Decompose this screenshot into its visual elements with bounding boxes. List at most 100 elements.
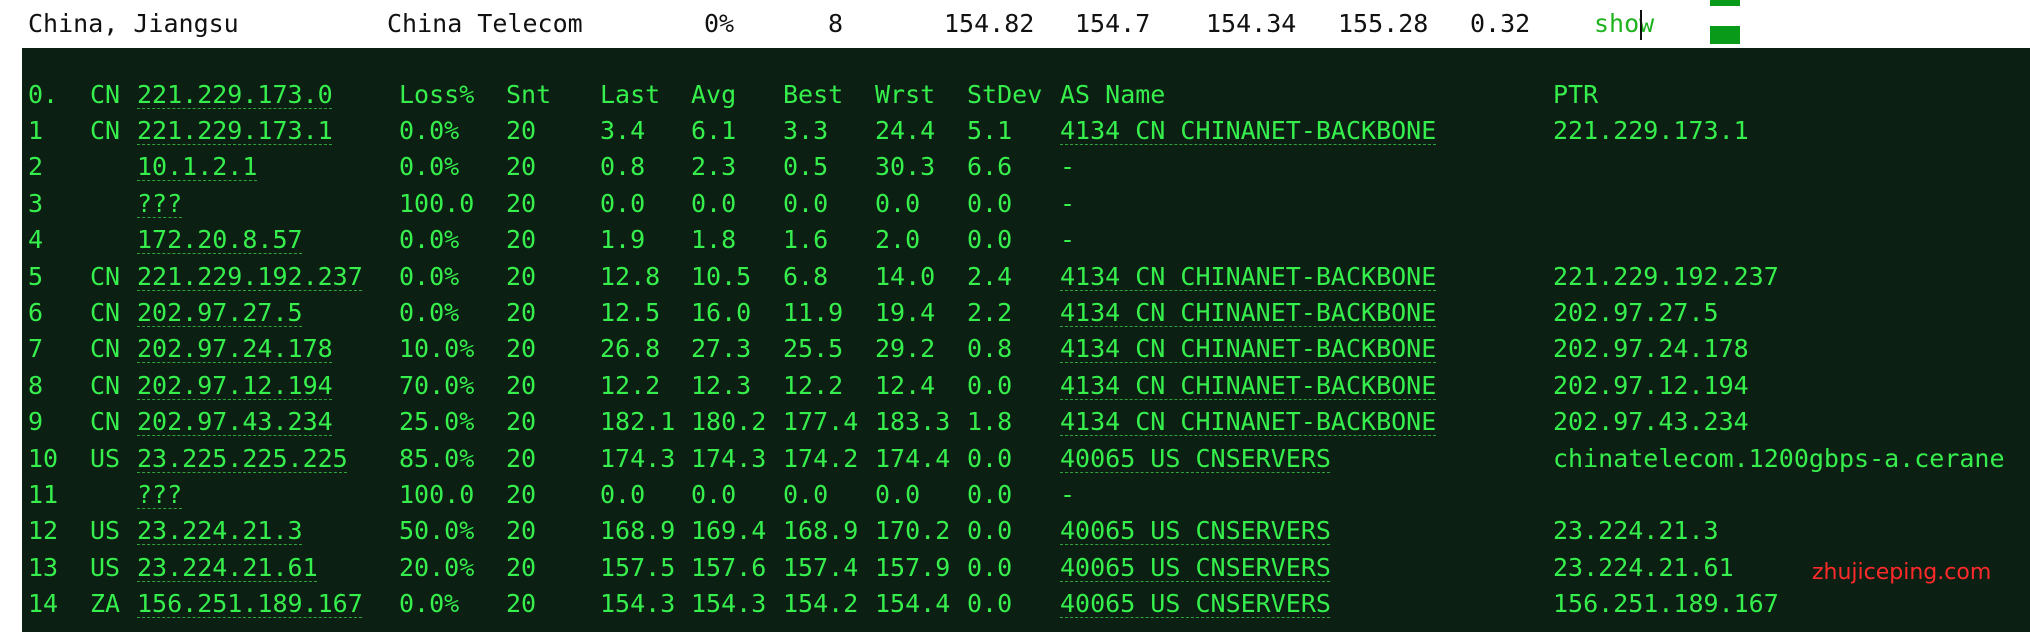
- loss-value: 0.0%: [399, 589, 460, 619]
- table-row: 11??? 100.0 20 0.0 0.0 0.0 0.0 0.0 -: [22, 477, 2030, 513]
- table-row: 3??? 100.0 20 0.0 0.0 0.0 0.0 0.0 -: [22, 186, 2030, 222]
- asname-link[interactable]: 40065 US CNSERVERS: [1060, 586, 1331, 622]
- text-cursor: [1640, 10, 1642, 40]
- best-value: 3.3: [783, 116, 829, 145]
- asname-link[interactable]: 4134 CN CHINANET-BACKBONE: [1060, 295, 1436, 331]
- last-value: 168.9: [600, 516, 676, 546]
- best-value: 12.2: [783, 370, 844, 400]
- host-link[interactable]: 23.224.21.3: [137, 513, 303, 549]
- header-wrst: Wrst: [875, 80, 936, 109]
- host-link[interactable]: 10.1.2.1: [137, 149, 257, 185]
- host-link[interactable]: 172.20.8.57: [137, 222, 303, 258]
- worst-value: 157.9: [875, 552, 951, 582]
- country-code: US: [90, 552, 121, 582]
- best-value: 6.8: [783, 261, 829, 291]
- asname-link[interactable]: 4134 CN CHINANET-BACKBONE: [1060, 404, 1436, 440]
- last-value: 3.4: [600, 116, 646, 145]
- host-link[interactable]: 23.224.21.61: [137, 550, 318, 586]
- summary-best: 154.34: [1206, 9, 1297, 38]
- stdev-value: 0.0: [967, 443, 1013, 473]
- best-value: 174.2: [783, 443, 859, 473]
- last-value: 12.2: [600, 370, 661, 400]
- table-row: 13 US 23.224.21.61 20.0% 20 157.5 157.6 157.4 15…: [22, 550, 2030, 586]
- sent-value: 20: [506, 370, 537, 400]
- stdev-value: 2.2: [967, 298, 1013, 327]
- avg-value: 0.0: [691, 480, 737, 509]
- hop-number: 3: [28, 188, 44, 218]
- sent-value: 20: [506, 480, 537, 509]
- header-avg: Avg: [691, 80, 737, 109]
- asname-link[interactable]: 4134 CN CHINANET-BACKBONE: [1060, 259, 1436, 295]
- last-value: 1.9: [600, 225, 646, 255]
- worst-value: 12.4: [875, 370, 936, 400]
- hop-number: 5: [28, 261, 44, 291]
- worst-value: 29.2: [875, 334, 936, 364]
- ptr-value: 156.251.189.167: [1553, 589, 1779, 619]
- table-row: 8 CN 202.97.12.194 70.0% 20 12.2 12.3 12.2 12.4 0…: [22, 368, 2030, 404]
- host-link[interactable]: ???: [137, 477, 182, 513]
- asname-link[interactable]: 40065 US CNSERVERS: [1060, 441, 1331, 477]
- loss-value: 0.0%: [399, 116, 460, 145]
- summary-worst: 155.28: [1338, 9, 1429, 38]
- ptr-value: 202.97.43.234: [1553, 407, 1749, 437]
- green-indicator: [1710, 26, 1740, 44]
- loss-value: 0.0%: [399, 261, 460, 291]
- header-cc: CN: [90, 80, 121, 109]
- table-row: 7 CN 202.97.24.178 10.0% 20 26.8 27.3 25.5 29.2 0…: [22, 331, 2030, 367]
- country-code: ZA: [90, 589, 121, 619]
- asname-link[interactable]: 4134 CN CHINANET-BACKBONE: [1060, 368, 1436, 404]
- stdev-value: 2.4: [967, 261, 1013, 291]
- table-row: 4 172.20.8.57 0.0% 20 1.9 1.8 1.6 2.0 0.0 -: [22, 222, 2030, 258]
- table-row: 14 ZA 156.251.189.167 0.0% 20 154.3 154.3 154.2…: [22, 586, 2030, 622]
- country-code: CN: [90, 298, 121, 327]
- header-stdev: StDev: [967, 80, 1043, 109]
- asname-link: -: [1060, 480, 1076, 509]
- stdev-value: 0.0: [967, 516, 1013, 546]
- host-link[interactable]: ???: [137, 186, 182, 222]
- host-link[interactable]: 23.225.225.225: [137, 441, 348, 477]
- best-value: 0.5: [783, 152, 829, 182]
- sent-value: 20: [506, 225, 537, 255]
- asname-link[interactable]: 40065 US CNSERVERS: [1060, 513, 1331, 549]
- best-value: 157.4: [783, 552, 859, 582]
- best-value: 0.0: [783, 480, 829, 509]
- hop-number: 6: [28, 298, 44, 327]
- asname-link: -: [1060, 188, 1076, 218]
- host-link[interactable]: 156.251.189.167: [137, 586, 363, 622]
- country-code: US: [90, 516, 121, 546]
- avg-value: 10.5: [691, 261, 752, 291]
- hop-number: 4: [28, 225, 44, 255]
- host-link[interactable]: 221.229.192.237: [137, 259, 363, 295]
- ptr-value: 23.224.21.61: [1553, 552, 1734, 582]
- last-value: 154.3: [600, 589, 676, 619]
- summary-isp: China Telecom: [387, 9, 583, 38]
- country-code: CN: [90, 407, 121, 437]
- loss-value: 20.0%: [399, 552, 475, 582]
- best-value: 168.9: [783, 516, 859, 546]
- summary-last: 154.82: [944, 9, 1035, 38]
- host-link[interactable]: 202.97.24.178: [137, 331, 333, 367]
- worst-value: 19.4: [875, 298, 936, 327]
- host-link[interactable]: 202.97.12.194: [137, 368, 333, 404]
- avg-value: 0.0: [691, 188, 737, 218]
- hop-number: 2: [28, 152, 44, 182]
- worst-value: 154.4: [875, 589, 951, 619]
- header-host-link[interactable]: 221.229.173.0: [137, 77, 333, 113]
- asname-link[interactable]: 4134 CN CHINANET-BACKBONE: [1060, 331, 1436, 367]
- avg-value: 12.3: [691, 370, 752, 400]
- sent-value: 20: [506, 443, 537, 473]
- worst-value: 0.0: [875, 188, 921, 218]
- stdev-value: 0.0: [967, 589, 1013, 619]
- host-link[interactable]: 221.229.173.1: [137, 113, 333, 149]
- ptr-value: 202.97.12.194: [1553, 370, 1749, 400]
- summary-sent: 8: [828, 9, 844, 38]
- hop-number: 7: [28, 334, 44, 364]
- host-link[interactable]: 202.97.43.234: [137, 404, 333, 440]
- asname-link[interactable]: 40065 US CNSERVERS: [1060, 550, 1331, 586]
- sent-value: 20: [506, 188, 537, 218]
- asname-link[interactable]: 4134 CN CHINANET-BACKBONE: [1060, 113, 1436, 149]
- summary-location: China, Jiangsu: [28, 9, 239, 38]
- header-asname: AS Name: [1060, 80, 1166, 109]
- show-link[interactable]: show: [1594, 8, 1654, 40]
- host-link[interactable]: 202.97.27.5: [137, 295, 303, 331]
